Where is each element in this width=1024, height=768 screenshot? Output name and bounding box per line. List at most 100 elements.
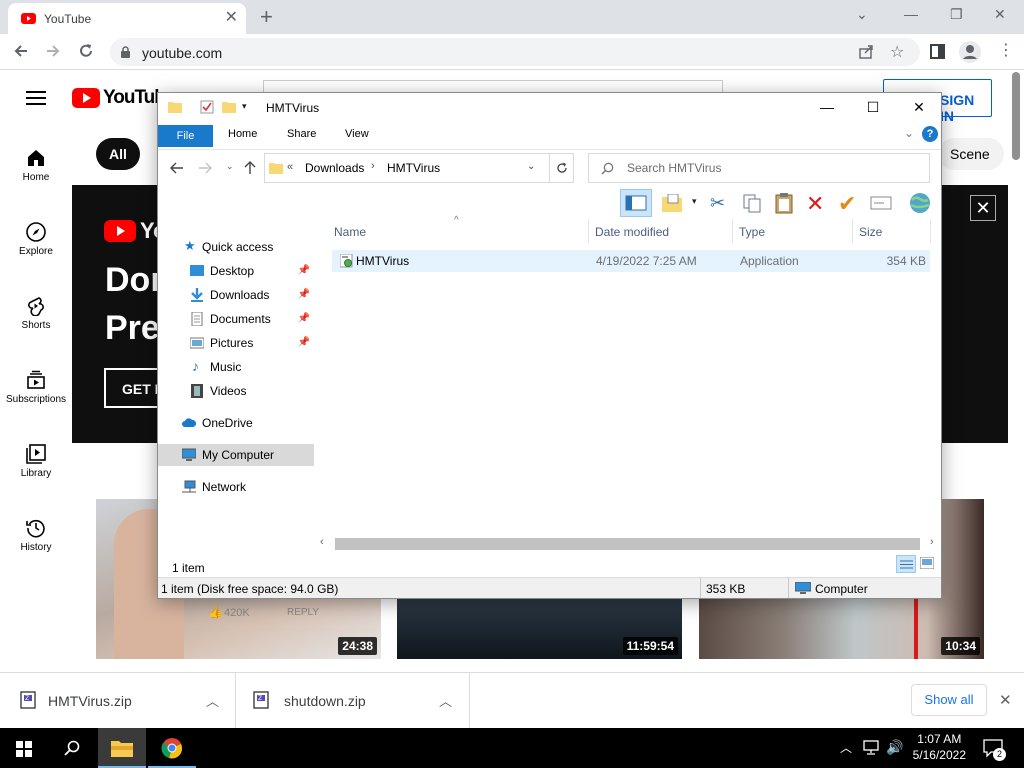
qat-dropdown-icon[interactable]: ▾ xyxy=(242,101,247,112)
youtube-logo[interactable]: YouTube xyxy=(72,87,162,109)
sidebar-item-history[interactable]: History xyxy=(0,518,72,553)
tab-share[interactable]: Share xyxy=(287,128,316,140)
chip-scene[interactable]: Scene xyxy=(938,138,1004,170)
back-icon[interactable] xyxy=(12,42,30,60)
delete-icon[interactable]: ✕ xyxy=(806,191,824,217)
recent-locations-icon[interactable]: ⌄ xyxy=(226,161,234,172)
restore-icon[interactable]: ❐ xyxy=(950,6,963,23)
sidebar-item-subscriptions[interactable]: Subscriptions xyxy=(0,370,72,405)
preview-pane-icon[interactable] xyxy=(620,189,652,217)
sidebar-item-library[interactable]: Library xyxy=(0,444,72,479)
lock-icon[interactable] xyxy=(120,46,131,59)
banner-close-button[interactable]: ✕ xyxy=(970,195,996,221)
address-breadcrumb[interactable]: « Downloads › HMTVirus ⌄ xyxy=(264,153,574,183)
large-icons-view-icon[interactable] xyxy=(920,557,934,569)
page-scrollbar[interactable] xyxy=(1012,72,1020,160)
forward-arrow-icon[interactable] xyxy=(198,162,212,174)
breadcrumb-downloads[interactable]: Downloads xyxy=(305,161,364,175)
column-divider[interactable] xyxy=(588,219,589,243)
back-arrow-icon[interactable] xyxy=(170,162,184,174)
download-item-hmtvirus[interactable]: Z HMTVirus.zip ︿ xyxy=(0,673,236,729)
nav-my-computer[interactable]: My Computer xyxy=(158,444,314,466)
scroll-right-icon[interactable]: › xyxy=(930,536,934,548)
taskbar-chrome[interactable] xyxy=(148,728,196,768)
column-divider[interactable] xyxy=(852,219,853,243)
nav-downloads[interactable]: Downloads 📌 xyxy=(158,284,314,306)
menu-kebab-icon[interactable]: ⋮ xyxy=(998,40,1014,60)
scrollbar-thumb[interactable] xyxy=(335,538,920,550)
new-tab-icon[interactable]: + xyxy=(260,6,273,28)
profile-avatar-icon[interactable] xyxy=(959,41,981,63)
nav-network[interactable]: Network xyxy=(158,476,314,498)
rename-icon[interactable] xyxy=(870,195,892,211)
expand-ribbon-icon[interactable]: ⌄ xyxy=(904,126,914,140)
chevron-up-icon[interactable]: ︿ xyxy=(206,691,219,710)
tab-home[interactable]: Home xyxy=(228,128,257,140)
nav-desktop[interactable]: Desktop 📌 xyxy=(158,260,314,282)
chip-all[interactable]: All xyxy=(96,138,140,170)
help-icon[interactable]: ? xyxy=(922,126,938,142)
taskbar-file-explorer[interactable] xyxy=(98,728,146,768)
sidebar-item-home[interactable]: Home xyxy=(0,148,72,183)
close-icon[interactable]: ✕ xyxy=(896,97,941,119)
search-box[interactable]: Search HMTVirus xyxy=(588,153,930,183)
pin-icon[interactable]: 📌 xyxy=(298,308,310,330)
column-divider[interactable] xyxy=(930,219,931,243)
horizontal-scrollbar[interactable]: ‹ › xyxy=(318,535,941,552)
sidebar-item-explore[interactable]: Explore xyxy=(0,222,72,257)
forward-icon[interactable] xyxy=(44,42,62,60)
file-row[interactable]: HMTVirus 4/19/2022 7:25 AM Application 3… xyxy=(332,250,930,272)
column-name[interactable]: Name xyxy=(334,225,366,239)
new-folder-icon[interactable] xyxy=(222,101,236,113)
paste-icon[interactable] xyxy=(774,192,794,214)
breadcrumb-hmtvirus[interactable]: HMTVirus xyxy=(387,161,440,175)
sidebar-item-shorts[interactable]: Shorts xyxy=(0,296,72,331)
nav-onedrive[interactable]: OneDrive xyxy=(158,412,314,434)
side-panel-icon[interactable] xyxy=(930,44,945,59)
tab-youtube[interactable]: YouTube ✕ xyxy=(8,3,246,34)
folder-options-dropdown-icon[interactable]: ▾ xyxy=(692,196,697,207)
hamburger-menu-icon[interactable] xyxy=(26,91,46,105)
up-arrow-icon[interactable] xyxy=(244,161,256,175)
nav-documents[interactable]: Documents 📌 xyxy=(158,308,314,330)
close-window-icon[interactable]: ✕ xyxy=(994,6,1006,23)
properties-icon[interactable] xyxy=(200,100,214,114)
nav-quick-access[interactable]: ★ Quick access xyxy=(158,236,314,258)
tab-close-icon[interactable]: ✕ xyxy=(225,10,238,26)
maximize-icon[interactable]: ☐ xyxy=(850,97,896,119)
address-dropdown-icon[interactable]: ⌄ xyxy=(527,161,535,172)
column-type[interactable]: Type xyxy=(739,225,765,239)
column-size[interactable]: Size xyxy=(859,225,882,239)
address-bar[interactable]: youtube.com ☆ xyxy=(110,38,920,66)
properties-check-icon[interactable]: ✔ xyxy=(838,191,856,217)
windows-start-icon[interactable] xyxy=(16,741,32,757)
pin-icon[interactable]: 📌 xyxy=(298,260,310,282)
chevron-up-icon[interactable]: ︿ xyxy=(439,691,452,710)
nav-music[interactable]: ♪ Music xyxy=(158,356,314,378)
tab-file[interactable]: File xyxy=(158,125,213,147)
cut-icon[interactable]: ✂ xyxy=(710,193,725,214)
network-tray-icon[interactable] xyxy=(862,740,880,756)
download-item-shutdown[interactable]: Z shutdown.zip ︿ xyxy=(236,673,470,729)
breadcrumb-overflow[interactable]: « xyxy=(287,161,293,173)
copy-icon[interactable] xyxy=(742,193,762,213)
close-shelf-icon[interactable]: ✕ xyxy=(999,691,1012,709)
refresh-icon[interactable] xyxy=(549,154,573,182)
nav-pictures[interactable]: Pictures 📌 xyxy=(158,332,314,354)
pin-icon[interactable]: 📌 xyxy=(298,332,310,354)
taskbar-search-icon[interactable] xyxy=(64,740,80,756)
taskbar-clock[interactable]: 1:07 AM 5/16/2022 xyxy=(913,731,966,763)
share-icon[interactable] xyxy=(858,44,874,60)
minimize-icon[interactable]: — xyxy=(904,6,918,22)
tab-search-chevron-icon[interactable]: ⌄ xyxy=(856,6,868,23)
nav-videos[interactable]: Videos xyxy=(158,380,314,402)
details-view-icon[interactable] xyxy=(896,555,916,573)
column-date-modified[interactable]: Date modified xyxy=(595,225,669,239)
folder-options-icon[interactable] xyxy=(662,194,682,212)
reload-icon[interactable] xyxy=(77,42,95,60)
column-divider[interactable] xyxy=(732,219,733,243)
pin-icon[interactable]: 📌 xyxy=(298,284,310,306)
show-hidden-icons-icon[interactable]: ︿ xyxy=(840,739,852,756)
tab-view[interactable]: View xyxy=(345,128,369,140)
show-all-button[interactable]: Show all xyxy=(911,684,987,716)
